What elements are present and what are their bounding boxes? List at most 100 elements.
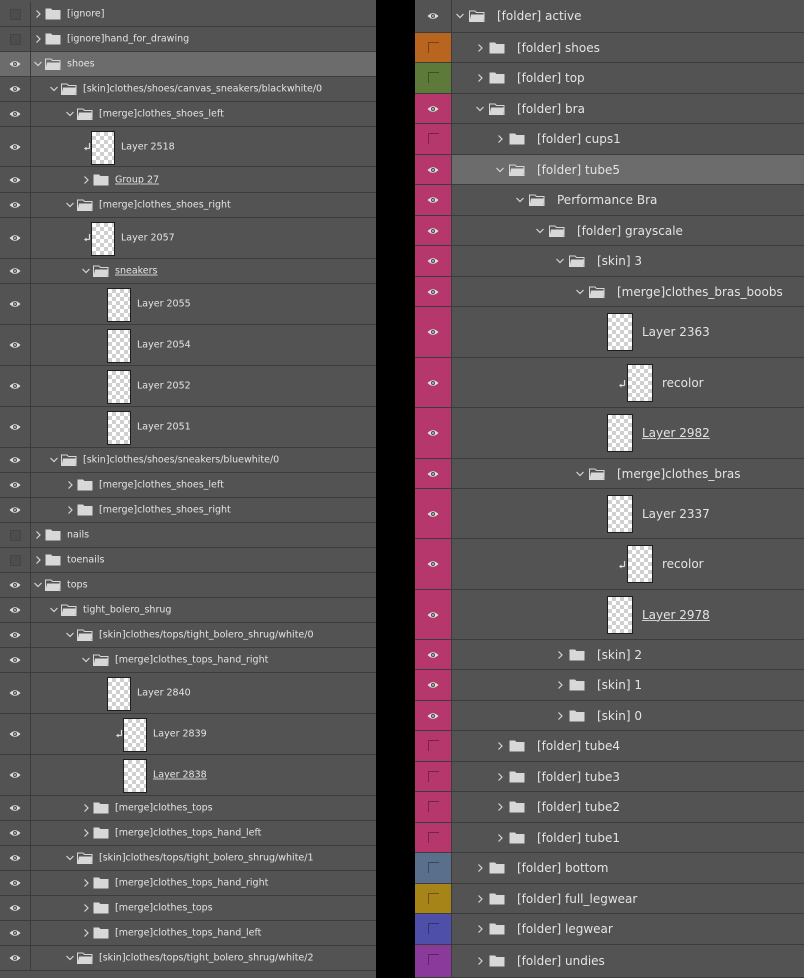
layer-group-folder-top[interactable]: [folder] top [415,63,804,94]
layer-group-folder-tube5[interactable]: [folder] tube5 [415,155,804,185]
layer-group-folder-undies[interactable]: [folder] undies [415,945,804,978]
layer-group-skin-clothes-shoes-sneakers-bluewhite-0[interactable]: [skin]clothes/shoes/sneakers/bluewhite/0 [0,448,376,473]
visibility-eye-icon[interactable] [0,623,31,647]
visibility-eye-icon[interactable] [0,284,31,324]
layer-row-layer-2978[interactable]: Layer 2978 [415,590,804,640]
layer-group-folder-cups1[interactable]: [folder] cups1 [415,124,804,155]
layer-group-skin-clothes-tops-tight-bolero-shrug-white-0[interactable]: [skin]clothes/tops/tight_bolero_shrug/wh… [0,623,376,648]
chevron-down-icon[interactable] [575,469,585,479]
visibility-off-toggle[interactable] [415,33,452,62]
visibility-eye-icon[interactable] [0,102,31,126]
layer-row-layer-2518[interactable]: Layer 2518 [0,127,376,167]
visibility-eye-icon[interactable] [0,648,31,672]
visibility-eye-icon[interactable] [0,448,31,472]
visibility-eye-icon[interactable] [0,871,31,895]
visibility-eye-icon[interactable] [0,573,31,597]
chevron-right-icon[interactable] [81,803,91,813]
visibility-eye-icon[interactable] [0,193,31,217]
layer-group-folder-bra[interactable]: [folder] bra [415,94,804,124]
layer-group-merge-clothes-shoes-right[interactable]: [merge]clothes_shoes_right [0,193,376,218]
visibility-off-toggle[interactable] [415,124,452,154]
visibility-eye-icon[interactable] [415,408,452,458]
visibility-eye-icon[interactable] [415,277,452,306]
visibility-eye-icon[interactable] [415,489,452,538]
layer-group-merge-clothes-shoes-left[interactable]: [merge]clothes_shoes_left [0,102,376,127]
visibility-off-toggle[interactable] [0,27,31,51]
chevron-right-icon[interactable] [555,680,565,690]
layer-row-layer-2363[interactable]: Layer 2363 [415,307,804,358]
chevron-down-icon[interactable] [65,109,75,119]
layer-row-layer-2054[interactable]: Layer 2054 [0,325,376,366]
chevron-right-icon[interactable] [81,878,91,888]
layer-group-merge-clothes-tops-hand-right[interactable]: [merge]clothes_tops_hand_right [0,648,376,673]
visibility-off-toggle[interactable] [415,63,452,93]
visibility-off-toggle[interactable] [415,762,452,791]
visibility-off-toggle[interactable] [0,548,31,572]
visibility-eye-icon[interactable] [415,670,452,700]
chevron-right-icon[interactable] [81,175,91,185]
chevron-right-icon[interactable] [495,741,505,751]
layer-group-folder-legwear[interactable]: [folder] legwear [415,914,804,945]
layer-group-skin-2[interactable]: [skin] 2 [415,640,804,670]
chevron-down-icon[interactable] [33,59,43,69]
visibility-eye-icon[interactable] [0,52,31,76]
visibility-off-toggle[interactable] [415,853,452,883]
chevron-down-icon[interactable] [65,953,75,963]
chevron-right-icon[interactable] [475,43,485,53]
chevron-right-icon[interactable] [555,711,565,721]
visibility-eye-icon[interactable] [415,185,452,215]
layer-group-nails[interactable]: nails [0,523,376,548]
chevron-down-icon[interactable] [33,580,43,590]
chevron-right-icon[interactable] [555,650,565,660]
chevron-down-icon[interactable] [49,455,59,465]
chevron-down-icon[interactable] [65,630,75,640]
visibility-eye-icon[interactable] [0,946,31,970]
layer-thumbnail[interactable] [607,313,633,351]
layer-group-ignore-hand-for-drawing[interactable]: [ignore]hand_for_drawing [0,27,376,52]
chevron-right-icon[interactable] [65,480,75,490]
layer-row-layer-2337[interactable]: Layer 2337 [415,489,804,539]
visibility-off-toggle[interactable] [415,945,452,977]
visibility-off-toggle[interactable] [0,2,31,26]
layer-group-skin-0[interactable]: [skin] 0 [415,701,804,731]
layer-group-skin-clothes-shoes-canvas-sneakers-blackwhite-0[interactable]: [skin]clothes/shoes/canvas_sneakers/blac… [0,77,376,102]
chevron-down-icon[interactable] [535,226,545,236]
layer-thumbnail[interactable] [107,411,131,445]
chevron-down-icon[interactable] [575,287,585,297]
visibility-off-toggle[interactable] [415,792,452,822]
visibility-eye-icon[interactable] [415,701,452,730]
visibility-eye-icon[interactable] [0,896,31,920]
layer-thumbnail[interactable] [627,363,653,402]
chevron-down-icon[interactable] [81,655,91,665]
chevron-down-icon[interactable] [81,266,91,276]
layer-group-merge-clothes-tops-hand-left[interactable]: [merge]clothes_tops_hand_left [0,921,376,946]
layer-row-recolor[interactable]: recolor [415,358,804,408]
visibility-off-toggle[interactable] [415,823,452,852]
layer-group-merge-clothes-tops[interactable]: [merge]clothes_tops [0,796,376,821]
visibility-eye-icon[interactable] [0,77,31,101]
layer-thumbnail[interactable] [627,545,653,583]
visibility-eye-icon[interactable] [0,325,31,365]
layer-group-skin-3[interactable]: [skin] 3 [415,246,804,277]
layer-row-layer-2051[interactable]: Layer 2051 [0,407,376,448]
layer-thumbnail[interactable] [107,288,131,322]
chevron-down-icon[interactable] [455,11,465,21]
chevron-right-icon[interactable] [81,828,91,838]
layer-group-shoes[interactable]: shoes [0,52,376,77]
layer-group-merge-clothes-tops[interactable]: [merge]clothes_tops [0,896,376,921]
chevron-right-icon[interactable] [495,772,505,782]
layer-thumbnail[interactable] [91,130,115,165]
visibility-eye-icon[interactable] [415,590,452,639]
visibility-eye-icon[interactable] [0,796,31,820]
chevron-right-icon[interactable] [33,34,43,44]
layer-group-group-27[interactable]: Group 27 [0,167,376,193]
chevron-right-icon[interactable] [33,9,43,19]
visibility-eye-icon[interactable] [415,246,452,276]
chevron-down-icon[interactable] [515,195,525,205]
visibility-eye-icon[interactable] [0,473,31,497]
chevron-right-icon[interactable] [495,833,505,843]
layer-group-folder-tube2[interactable]: [folder] tube2 [415,792,804,823]
visibility-off-toggle[interactable] [415,884,452,913]
visibility-off-toggle[interactable] [0,523,31,547]
layer-group-folder-full-legwear[interactable]: [folder] full_legwear [415,884,804,914]
